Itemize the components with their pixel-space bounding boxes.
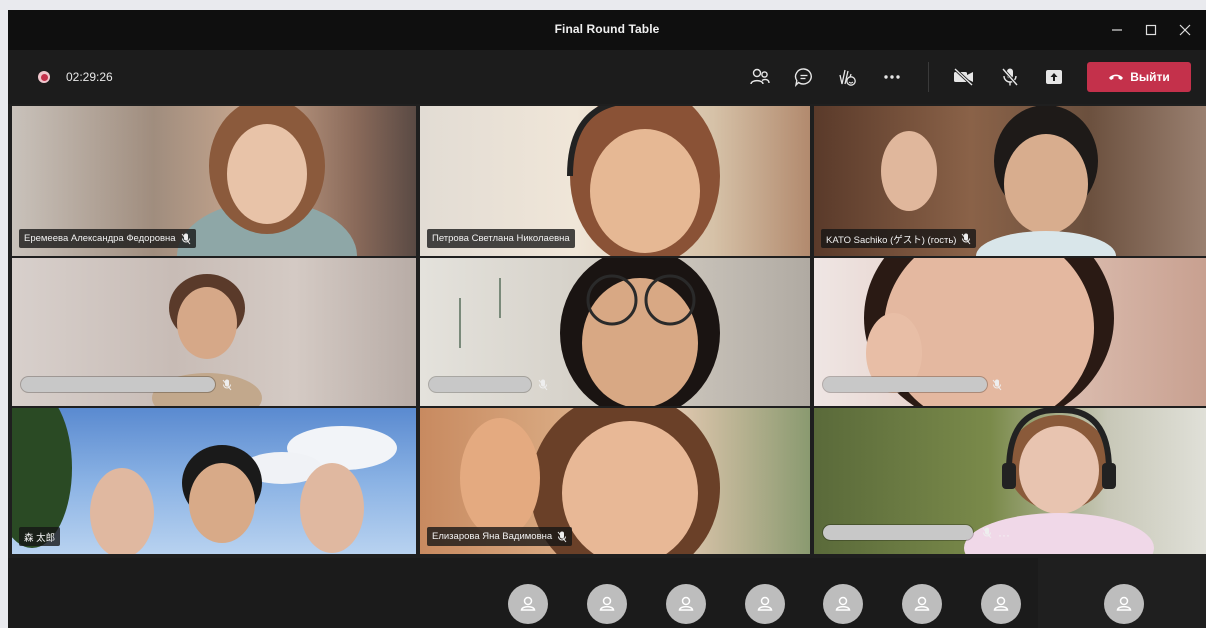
participant-avatar[interactable] (823, 584, 863, 624)
avatar-icon (914, 596, 930, 611)
participant-name-label: Петрова Светлана Николаевна (427, 229, 575, 248)
participant-avatar[interactable] (981, 584, 1021, 624)
chat-button[interactable] (788, 63, 820, 91)
mic-off-icon (222, 379, 232, 391)
mic-off-icon (181, 233, 190, 244)
minimize-icon (1112, 29, 1122, 31)
participant-name: Елизарова Яна Вадимовна (432, 531, 553, 542)
video-tile[interactable]: Елизарова Яна Вадимовна (420, 408, 810, 554)
recording-indicator (38, 71, 50, 83)
people-icon (750, 68, 770, 85)
participant-name: 森 太郎 (24, 532, 56, 544)
avatar-icon (520, 596, 536, 611)
participant-name-hidden (429, 377, 531, 392)
hang-up-icon (1109, 74, 1124, 80)
participants-button[interactable] (744, 63, 776, 91)
mic-off-icon (992, 379, 1002, 391)
close-button[interactable] (1168, 16, 1202, 44)
participant-name-label: KATO Sachiko (ゲスト) (гость) (821, 229, 977, 248)
reactions-button[interactable] (831, 63, 863, 91)
video-tile[interactable]: KATO Sachiko (ゲスト) (гость) (814, 106, 1206, 256)
avatar-icon (599, 596, 615, 611)
toolbar-divider (928, 62, 929, 92)
video-tile[interactable]: Петрова Светлана Николаевна (420, 106, 810, 256)
share-tray-icon (1046, 70, 1062, 84)
participant-name-hidden (823, 525, 973, 540)
camera-off-icon (953, 67, 974, 87)
meeting-timer: 02:29:26 (66, 70, 113, 84)
participant-name-hidden (21, 377, 215, 392)
mic-toggle-button[interactable] (994, 63, 1026, 91)
minimize-button[interactable] (1100, 16, 1134, 44)
participant-video (12, 408, 397, 554)
camera-toggle-button[interactable] (948, 63, 980, 91)
video-tile[interactable]: ··· (814, 408, 1206, 554)
video-grid: Еремеева Александра Федоровна Петрова Св… (12, 106, 1206, 556)
participant-name-label: Еремеева Александра Федоровна (19, 229, 196, 248)
video-tile[interactable] (420, 258, 810, 406)
mic-off-icon (982, 527, 992, 539)
mic-off-indicator (980, 525, 994, 541)
video-tile[interactable] (814, 258, 1206, 406)
maximize-button[interactable] (1134, 16, 1168, 44)
more-icon (884, 75, 900, 79)
mic-off-icon (538, 379, 548, 391)
mic-off-indicator (220, 377, 234, 393)
avatar-icon (678, 596, 694, 611)
leave-button[interactable]: Выйти (1087, 62, 1191, 92)
participant-avatar[interactable] (902, 584, 942, 624)
mic-off-icon (557, 531, 567, 542)
meeting-toolbar: 02:29:26 Выйти (8, 50, 1206, 104)
avatar-icon (835, 596, 851, 611)
participant-name: Петрова Светлана Николаевна (432, 233, 570, 244)
mic-off-icon (1001, 68, 1019, 86)
teams-meeting-window: Final Round Table 02:29:26 Выйти Еремеев… (8, 10, 1206, 628)
participant-avatar[interactable] (745, 584, 785, 624)
raise-hand-icon (839, 69, 856, 86)
avatar-icon (1116, 596, 1132, 611)
participant-name: Еремеева Александра Федоровна (24, 233, 176, 244)
title-bar: Final Round Table (8, 10, 1206, 50)
maximize-icon (1145, 24, 1157, 36)
video-tile[interactable]: 森 太郎 (12, 408, 416, 554)
close-icon (1179, 24, 1191, 36)
participant-name-label: Елизарова Яна Вадимовна (427, 527, 573, 546)
participant-name-label: 森 太郎 (19, 527, 61, 546)
tile-more-options[interactable]: ··· (998, 528, 1010, 542)
participant-avatar[interactable] (666, 584, 706, 624)
participant-name: KATO Sachiko (ゲスト) (гость) (826, 234, 957, 246)
participant-avatar[interactable] (508, 584, 548, 624)
window-title: Final Round Table (554, 22, 660, 36)
avatar-icon (993, 596, 1009, 611)
participant-avatar[interactable] (587, 584, 627, 624)
more-button[interactable] (876, 63, 908, 91)
leave-label: Выйти (1130, 70, 1170, 84)
participant-name-hidden (823, 377, 987, 392)
self-avatar[interactable] (1104, 584, 1144, 624)
chat-icon (794, 68, 812, 87)
video-tile[interactable] (12, 258, 416, 406)
share-button[interactable] (1038, 63, 1070, 91)
mic-off-indicator (990, 377, 1004, 393)
mic-off-indicator (536, 377, 550, 393)
overflow-participants-bar (8, 558, 1206, 628)
video-tile[interactable]: Еремеева Александра Федоровна (12, 106, 416, 256)
mic-off-icon (962, 233, 971, 244)
avatar-icon (757, 596, 773, 611)
